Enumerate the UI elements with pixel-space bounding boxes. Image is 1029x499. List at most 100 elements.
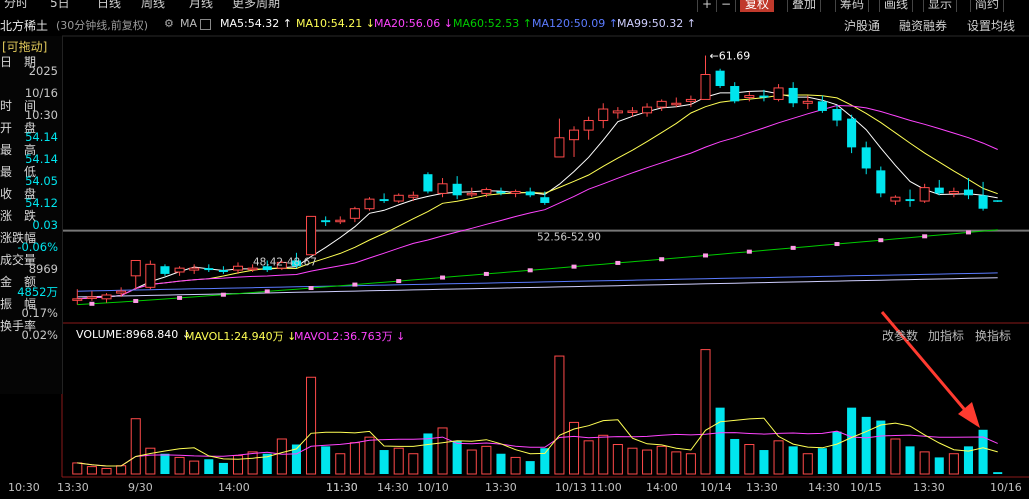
time-tick-5: 11:30: [326, 481, 358, 494]
volume-bar-down: [832, 431, 842, 474]
candle-body-up: [671, 102, 682, 106]
candle-body-up: [364, 198, 375, 210]
volume-bar-down: [525, 461, 535, 474]
candle-body-down: [963, 189, 974, 196]
volume-bar-up: [116, 465, 127, 475]
volume-bar-down: [978, 429, 988, 474]
time-tick-17: 10/16: [990, 481, 1022, 494]
mavol2-value: MAVOL2:36.763万 ↓: [294, 330, 406, 343]
switch-indicator-button[interactable]: 换指标: [975, 327, 1011, 344]
ma60-marker: [615, 260, 621, 265]
candle-body-up: [554, 137, 565, 158]
time-tick-12: 10/14: [700, 481, 732, 494]
time-tick-2: 9/30: [128, 481, 153, 494]
candle-body-down: [525, 191, 535, 196]
ma60-marker: [790, 245, 796, 250]
candle-body-up: [466, 192, 477, 196]
candle-body-up: [919, 187, 930, 202]
candle-body-down: [832, 109, 842, 121]
time-tick-10: 11:00: [590, 481, 622, 494]
volume-bar-down: [847, 407, 857, 474]
candle-body-up: [685, 98, 696, 102]
volume-bar-up: [145, 447, 156, 475]
volume-bar-down: [730, 438, 740, 474]
volume-bar-up: [700, 349, 711, 475]
volume-bar-up: [408, 453, 419, 475]
candle-body-down: [204, 268, 214, 271]
candle-body-up: [890, 196, 901, 202]
mavol2-line: [77, 430, 998, 467]
panel-value-7: 0.03: [32, 218, 58, 232]
time-tick-9: 10/13: [555, 481, 587, 494]
ma60-marker: [133, 298, 139, 303]
volume-bar-down: [788, 446, 798, 474]
candle-body-down: [730, 86, 740, 102]
volume-bar-up: [232, 455, 244, 475]
time-tick-0: 10:30: [8, 481, 40, 494]
volume-bar-up: [890, 438, 901, 475]
candle-body-up: [583, 120, 594, 131]
ma60-marker: [483, 271, 489, 276]
time-tick-11: 14:00: [646, 481, 678, 494]
info-side-panel[interactable]: [可拖动] 日 期 2025 10/16 时 间 10:30 开 盘 54.14 最 高 54.…: [0, 36, 63, 394]
candle-body-up: [101, 294, 112, 300]
ma60-marker: [396, 279, 402, 284]
candle-body-up: [773, 87, 784, 100]
volume-bar-up: [174, 456, 185, 475]
candle-body-down: [321, 220, 331, 223]
candle-body-up: [612, 110, 623, 114]
candle-body-up: [656, 100, 667, 108]
ma60-marker: [922, 234, 928, 239]
candle-body-up: [744, 95, 755, 99]
volume-bar-down: [452, 440, 462, 474]
volume-bar-up: [583, 440, 594, 475]
volume-bar-up: [671, 451, 682, 475]
ma10-line: [77, 94, 998, 300]
volume-bar-down: [876, 420, 886, 474]
ma60-marker: [177, 295, 183, 300]
ma60-marker: [659, 257, 665, 262]
volume-bar-up: [948, 453, 959, 475]
volume-bar-up: [642, 449, 653, 475]
low-range-label: 48.42-48.67: [253, 256, 317, 268]
volume-bar-up: [101, 467, 112, 475]
volume-bar-down: [160, 453, 170, 474]
ma60-marker: [571, 264, 577, 269]
volume-bar-down: [905, 446, 915, 474]
volume-bar-up: [349, 442, 360, 475]
candle-body-up: [510, 190, 521, 194]
volume-bar-up: [189, 460, 200, 475]
candle-body-down: [934, 187, 944, 194]
volume-bar-up: [364, 436, 375, 475]
volume-bar-up: [306, 376, 317, 475]
volume-bar-up: [510, 456, 521, 475]
ma60-marker: [965, 230, 971, 235]
candle-body-up: [598, 108, 609, 122]
ma60-marker: [746, 249, 752, 254]
kline-chart[interactable]: ←61.69 52.56-52.90 48.42-48.67: [0, 0, 1029, 499]
volume-bar-up: [276, 438, 287, 475]
time-tick-16: 13:30: [913, 481, 945, 494]
edit-params-button[interactable]: 改参数: [882, 327, 918, 344]
candle-body-up: [408, 194, 419, 198]
ma5-line: [77, 90, 998, 300]
volume-bar-up: [466, 449, 477, 475]
candle-body-up: [306, 215, 317, 256]
volume-bar-down: [934, 457, 944, 474]
volume-bar-down: [204, 459, 214, 474]
candle-body-down: [993, 200, 1003, 202]
volume-bar-down: [379, 450, 389, 474]
volume-bar-up: [72, 462, 83, 475]
candle-body-up: [437, 183, 448, 194]
add-indicator-button[interactable]: 加指标: [928, 327, 964, 344]
panel-value-12: 0.02%: [21, 328, 58, 342]
candle-body-down: [905, 199, 915, 202]
volume-bar-down: [540, 448, 550, 474]
volume-bar-up: [744, 444, 755, 475]
candle-body-down: [759, 95, 769, 98]
candle-body-up: [335, 219, 346, 223]
ma60-marker: [220, 292, 226, 297]
ma99-line: [77, 277, 998, 298]
volume-bar-up: [802, 453, 813, 475]
time-tick-14: 14:30: [808, 481, 840, 494]
